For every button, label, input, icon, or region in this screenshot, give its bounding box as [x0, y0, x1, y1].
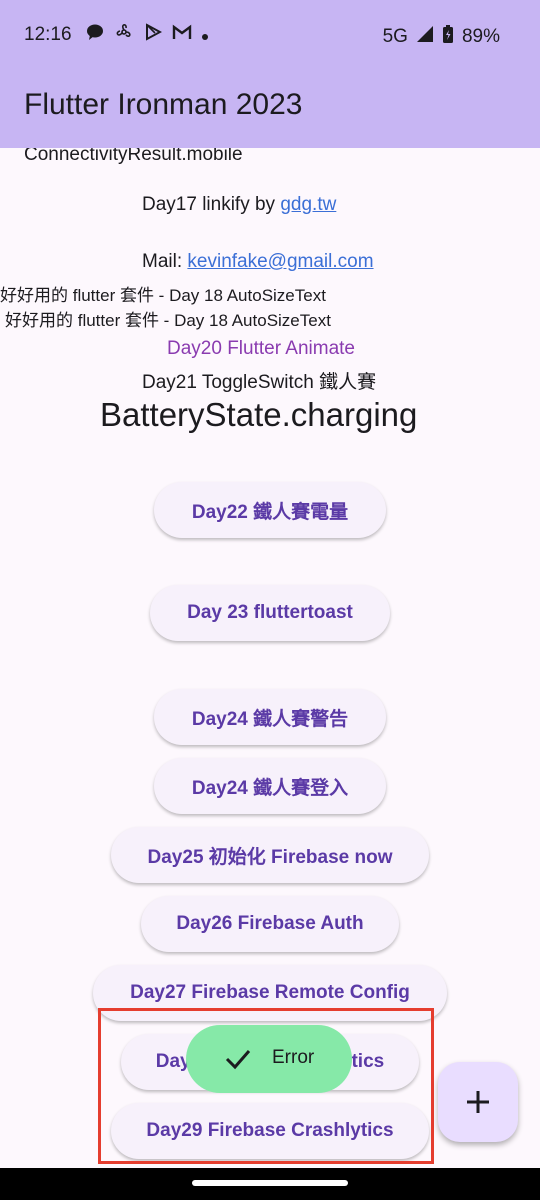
navigation-bar — [0, 1168, 540, 1200]
check-icon — [225, 1050, 251, 1070]
connectivity-text: ConnectivityResult.mobile — [24, 148, 243, 165]
gdg-link[interactable]: gdg.tw — [280, 194, 336, 215]
day23-fluttertoast-button[interactable]: Day 23 fluttertoast — [150, 585, 390, 641]
toggle-text: Day21 ToggleSwitch 鐵人賽 — [142, 372, 377, 393]
toast: Error — [186, 1025, 352, 1093]
dot-icon — [202, 24, 208, 45]
fan-icon — [114, 22, 134, 47]
home-gesture-handle[interactable] — [192, 1180, 348, 1186]
linkify-prefix: Day17 linkify by — [142, 194, 281, 215]
play-store-icon — [144, 23, 163, 46]
day22-battery-button[interactable]: Day22 鐵人賽電量 — [154, 482, 386, 538]
battery-percent: 89% — [461, 26, 500, 47]
day25-firebase-init-button[interactable]: Day25 初始化 Firebase now — [111, 827, 429, 883]
day24-warning-button[interactable]: Day24 鐵人賽警告 — [154, 689, 386, 745]
animate-text: Day20 Flutter Animate — [167, 338, 355, 359]
notification-icons — [86, 22, 208, 47]
signal-icon — [416, 25, 434, 49]
network-type: 5G — [382, 26, 408, 47]
linkify-line: Day17 linkify by gdg.tw — [142, 194, 336, 216]
app-bar: 12:16 5G 89% Flutter Ironman 2023 — [0, 0, 540, 148]
mail-prefix: Mail: — [142, 251, 188, 272]
autosize-text-2: 好好用的 flutter 套件 - Day 18 AutoSizeText — [5, 311, 331, 330]
add-fab-button[interactable] — [438, 1062, 518, 1142]
day26-firebase-auth-button[interactable]: Day26 Firebase Auth — [141, 896, 399, 952]
mail-link[interactable]: kevinfake@gmail.com — [187, 251, 373, 272]
toast-label: Error — [272, 1047, 315, 1068]
mail-line: Mail: kevinfake@gmail.com — [142, 251, 374, 273]
status-right: 5G 89% — [383, 24, 500, 50]
battery-icon — [442, 24, 454, 50]
status-bar: 12:16 5G 89% — [0, 0, 540, 68]
status-time: 12:16 — [24, 24, 72, 45]
battery-state-text: BatteryState.charging — [100, 396, 418, 433]
day24-login-button[interactable]: Day24 鐵人賽登入 — [154, 758, 386, 814]
message-icon — [86, 23, 104, 46]
autosize-text-1: 好好用的 flutter 套件 - Day 18 AutoSizeText — [0, 286, 326, 305]
plus-icon — [467, 1091, 489, 1113]
gmail-icon — [172, 24, 192, 45]
page-title: Flutter Ironman 2023 — [24, 88, 303, 121]
